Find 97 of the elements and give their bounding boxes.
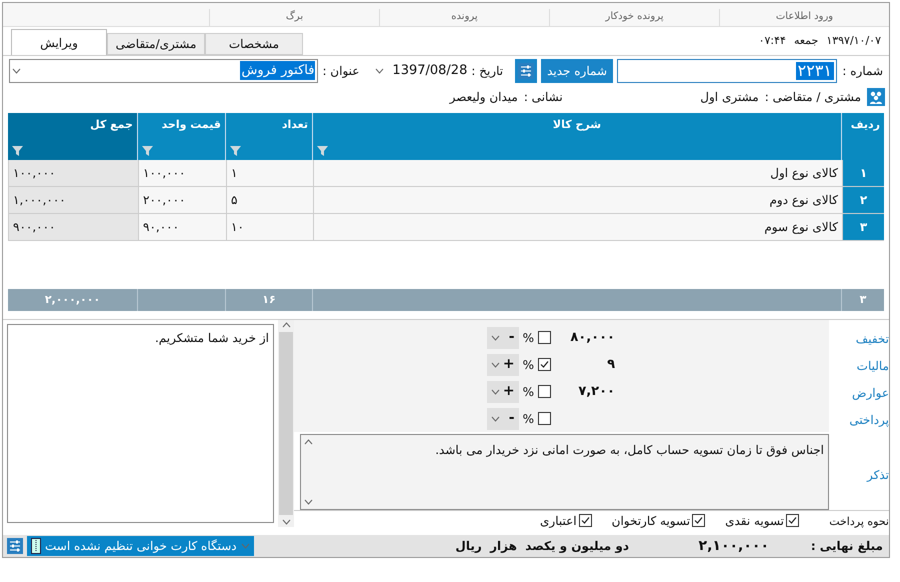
table-cell: کالای نوع اول xyxy=(313,160,842,186)
time-text: ۰۷:۴۴ xyxy=(758,32,786,48)
new-number-button[interactable]: شماره جدید xyxy=(541,58,613,82)
date-label: تاریخ : xyxy=(471,62,504,80)
sign-dropdown[interactable]: + xyxy=(486,354,519,376)
adjustment-label: مالیات xyxy=(856,358,889,375)
adjustment-label: عوارض xyxy=(851,385,889,402)
checkbox[interactable] xyxy=(578,514,592,527)
tab[interactable]: مشتری/متقاضی xyxy=(107,33,205,55)
table-cell: ۱,۰۰۰,۰۰۰ xyxy=(8,187,138,213)
table-cell: ۲۰۰,۰۰۰ xyxy=(138,187,226,213)
table-cell: کالای نوع سوم xyxy=(313,214,842,240)
checkbox[interactable] xyxy=(538,358,551,371)
chevron-down-icon[interactable] xyxy=(282,519,290,525)
checkbox[interactable] xyxy=(692,514,706,527)
adjustment-label: تخفیف xyxy=(854,331,889,348)
chevron-down-icon[interactable] xyxy=(304,499,312,505)
card-reader-status[interactable]: دستگاه کارت خوانی تنظیم نشده است xyxy=(27,536,254,556)
chevron-down-icon[interactable] xyxy=(490,388,500,394)
menu-item[interactable]: ورود اطلاعات xyxy=(719,9,889,26)
chevron-down-icon[interactable] xyxy=(490,334,500,340)
total-amount: ۲,۱۰۰,۰۰۰ xyxy=(698,536,769,556)
checkbox[interactable] xyxy=(538,385,551,398)
chevron-down-icon[interactable] xyxy=(375,68,384,74)
calendar-button[interactable] xyxy=(515,58,538,82)
percent-text: % xyxy=(522,410,534,428)
filter-icon[interactable] xyxy=(230,146,241,156)
percent-text: % xyxy=(522,356,534,374)
payment-option-label: تسویه کارتخوان xyxy=(612,512,690,530)
title-label: عنوان : xyxy=(322,62,360,80)
menu-item[interactable]: پرونده خودکار xyxy=(549,9,719,26)
customer-name: مشتری اول xyxy=(699,89,759,106)
table-cell: ۹۰,۰۰۰ xyxy=(138,214,226,240)
table-cell: ۱۰ xyxy=(226,214,313,240)
table-cell: کالای نوع دوم xyxy=(313,187,842,213)
total-label: مبلغ نهایی : xyxy=(810,538,884,555)
title-dropdown[interactable]: فاکتور فروش xyxy=(9,58,318,82)
people-icon xyxy=(867,88,885,106)
column-header[interactable]: تعداد xyxy=(226,113,313,160)
chevron-down-icon[interactable] xyxy=(490,362,500,368)
message-field[interactable]: از خرید شما متشکریم. xyxy=(7,324,274,523)
total-in-words: دو میلیون و یکصد هزار ریال xyxy=(455,538,629,555)
checkbox[interactable] xyxy=(538,331,551,344)
table-cell: ۱۰۰,۰۰۰ xyxy=(8,160,138,186)
table-cell: ۱ xyxy=(226,160,313,186)
menu-item[interactable]: پرونده xyxy=(379,9,549,26)
date-text: ۱۳۹۷/۱۰/۰۷ xyxy=(826,32,881,48)
row-number-cell: ۲ xyxy=(842,187,884,213)
number-label: شماره : xyxy=(841,62,883,80)
address-text: میدان ولیعصر xyxy=(450,89,518,106)
row-number-cell: ۱ xyxy=(842,160,884,186)
settings-icon[interactable] xyxy=(7,538,23,554)
payment-option-label: اعتباری xyxy=(540,512,577,530)
column-header[interactable]: قیمت واحد xyxy=(138,113,226,160)
chevron-down-icon[interactable] xyxy=(12,68,21,74)
card-reader-icon xyxy=(31,538,41,554)
settings-icon[interactable] xyxy=(518,62,534,78)
table-cell: ۹۰۰,۰۰۰ xyxy=(8,214,138,240)
adjustment-label: پرداختی xyxy=(848,412,889,429)
column-header[interactable]: جمع کل xyxy=(8,113,138,160)
checkbox[interactable] xyxy=(538,412,551,425)
scrollbar[interactable] xyxy=(278,320,294,527)
footer-count: ۳ xyxy=(858,292,868,308)
chevron-up-icon[interactable] xyxy=(282,322,290,328)
tab[interactable]: ویرایش xyxy=(11,29,107,55)
percent-text: % xyxy=(522,384,534,400)
adjustment-value: ۸۰,۰۰۰ xyxy=(569,328,615,347)
table-cell: ۱۰۰,۰۰۰ xyxy=(138,160,226,186)
filter-icon[interactable] xyxy=(12,146,23,156)
payment-label: نحوه پرداخت xyxy=(828,514,889,530)
adjustment-value: ۷,۲۰۰ xyxy=(577,382,615,401)
percent-text: % xyxy=(522,330,534,346)
note-label: تذکر xyxy=(866,467,889,484)
chevron-up-icon[interactable] xyxy=(304,439,312,445)
note-field[interactable]: اجناس فوق تا زمان تسویه حساب کامل، به صورت امانی نزد خریدار می باشد. xyxy=(300,434,829,510)
table-cell: ۵ xyxy=(226,187,313,213)
customer-label: مشتری / متقاضی : xyxy=(764,89,861,106)
sign-dropdown[interactable]: - xyxy=(486,408,519,430)
number-field[interactable]: ۲۲۳۱ xyxy=(617,58,837,82)
sign-dropdown[interactable]: - xyxy=(486,326,519,348)
chevron-down-icon[interactable] xyxy=(490,416,500,422)
checkbox[interactable] xyxy=(786,514,799,527)
footer-quantity: ۱۶ xyxy=(226,289,313,311)
column-header[interactable]: شرح کالا xyxy=(313,113,842,160)
date-picker[interactable]: 1397/08/28 xyxy=(375,60,468,80)
tab[interactable]: مشخصات xyxy=(205,33,303,55)
sign-dropdown[interactable]: + xyxy=(486,380,519,402)
menu-item[interactable]: برگ xyxy=(209,9,379,26)
footer-total: ۲,۰۰۰,۰۰۰ xyxy=(8,289,138,311)
address-label: نشانی : xyxy=(524,89,563,106)
payment-option-label: تسویه نقدی xyxy=(725,512,784,530)
column-header[interactable]: ردیف xyxy=(842,113,884,160)
filter-icon[interactable] xyxy=(317,146,328,156)
row-number-cell: ۳ xyxy=(842,214,884,240)
adjustment-value: ۹ xyxy=(606,356,615,374)
filter-icon[interactable] xyxy=(142,146,153,156)
day-text: جمعه xyxy=(794,32,818,48)
